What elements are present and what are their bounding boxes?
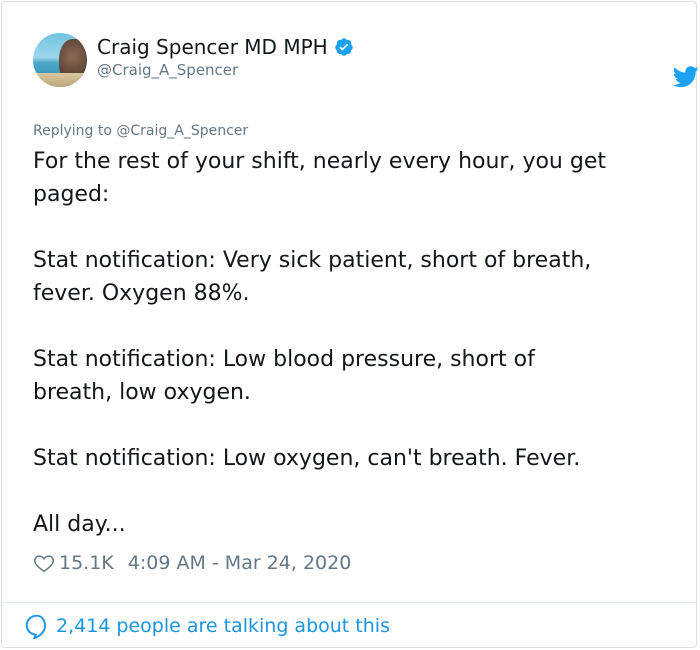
conversation-text: 2,414 people are talking about this	[56, 615, 390, 637]
author-name-row: Craig Spencer MD MPH	[97, 35, 354, 59]
avatar[interactable]	[33, 33, 87, 87]
reply-context[interactable]: Replying to @Craig_A_Spencer	[33, 123, 248, 139]
author-name[interactable]: Craig Spencer MD MPH	[97, 35, 328, 59]
tweet-metadata: 15.1K 4:09 AM - Mar 24, 2020	[33, 550, 351, 576]
timestamp[interactable]: 4:09 AM - Mar 24, 2020	[128, 552, 352, 574]
author-handle[interactable]: @Craig_A_Spencer	[97, 61, 238, 79]
tweet-text: For the rest of your shift, nearly every…	[33, 149, 606, 537]
speech-bubble-icon	[25, 614, 46, 639]
twitter-bird-icon[interactable]	[673, 66, 699, 88]
conversation-link[interactable]: 2,414 people are talking about this	[24, 613, 390, 639]
tweet-card: Craig Spencer MD MPH @Craig_A_Spencer Re…	[1, 1, 699, 648]
avatar-sand	[33, 73, 87, 87]
tweet-header: Craig Spencer MD MPH @Craig_A_Spencer	[33, 33, 699, 89]
divider	[3, 602, 697, 603]
heart-icon[interactable]	[33, 552, 55, 574]
like-count[interactable]: 15.1K	[59, 552, 114, 574]
verified-badge-icon	[334, 38, 353, 56]
